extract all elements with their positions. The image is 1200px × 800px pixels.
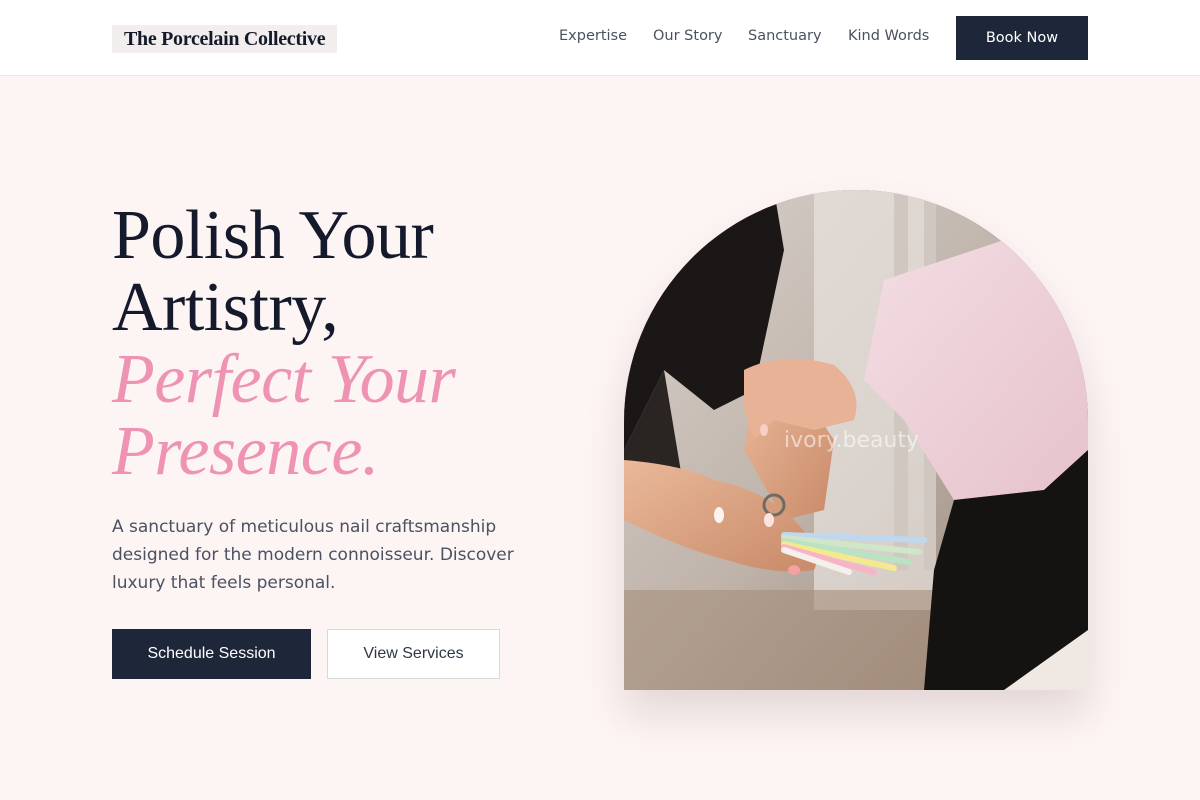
- hero-image: ivory.beauty: [624, 190, 1088, 690]
- hero-heading: Polish Your Artistry, Perfect Your Prese…: [112, 200, 572, 488]
- book-now-button[interactable]: Book Now: [956, 16, 1088, 60]
- image-watermark: ivory.beauty: [784, 428, 920, 453]
- hero-heading-accent-line: Presence.: [112, 413, 379, 490]
- brand-logo[interactable]: The Porcelain Collective: [112, 25, 338, 53]
- nav-link-expertise[interactable]: Expertise: [559, 26, 627, 46]
- hero-subtitle: A sanctuary of meticulous nail craftsman…: [112, 517, 514, 593]
- nav-link-kind-words[interactable]: Kind Words: [848, 26, 929, 46]
- hero-heading-accent-line: Perfect Your: [112, 341, 456, 418]
- nav-link-our-story[interactable]: Our Story: [653, 26, 722, 46]
- site-header: The Porcelain Collective Expertise Our S…: [0, 0, 1200, 76]
- schedule-session-button[interactable]: Schedule Session: [112, 629, 311, 679]
- hero-heading-line: Artistry,: [112, 269, 339, 346]
- hero-heading-line: Polish Your: [112, 197, 434, 274]
- view-services-button[interactable]: View Services: [327, 629, 500, 679]
- nav-link-sanctuary[interactable]: Sanctuary: [748, 26, 822, 46]
